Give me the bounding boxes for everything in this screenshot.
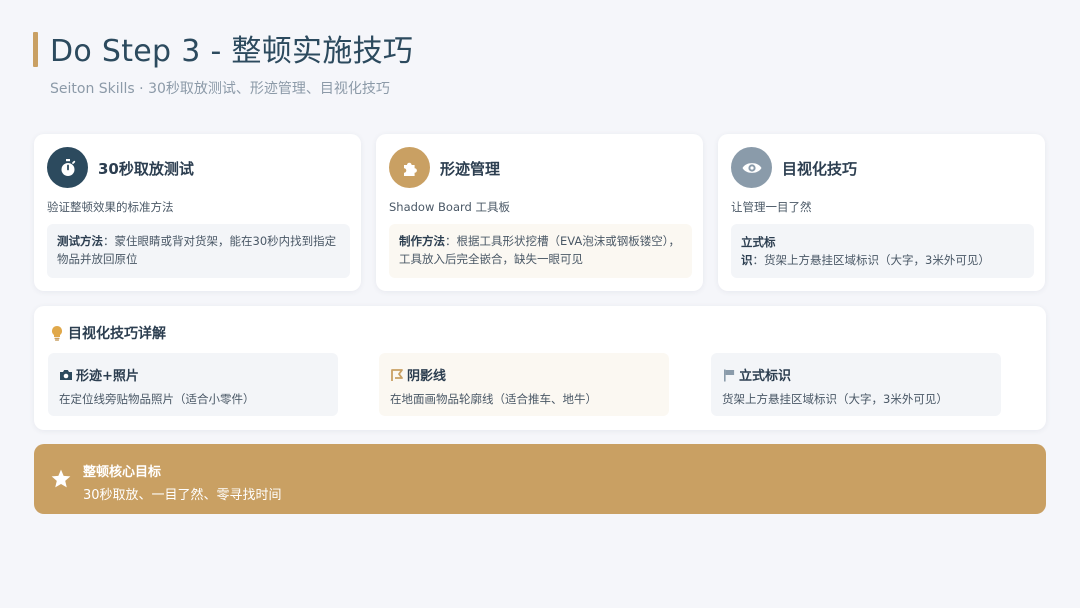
title-accent-bar bbox=[33, 32, 38, 67]
technique-title: 立式标识 bbox=[722, 365, 791, 384]
technique-title-text: 立式标识 bbox=[739, 369, 792, 384]
technique-title: 阴影线 bbox=[390, 365, 446, 384]
technique-title-text: 阴影线 bbox=[407, 369, 447, 384]
card-title: 形迹管理 bbox=[440, 160, 501, 178]
sign-icon bbox=[724, 369, 735, 381]
section-title-text: 目视化技巧详解 bbox=[68, 326, 166, 342]
card-desc: 让管理一目了然 bbox=[731, 200, 812, 214]
border-corner-icon bbox=[391, 368, 403, 381]
camera-icon bbox=[60, 369, 72, 380]
technique-item: 阴影线 在地面画物品轮廓线（适合推车、地牛） bbox=[379, 353, 669, 416]
eye-icon bbox=[731, 147, 772, 188]
technique-title: 形迹+照片 bbox=[59, 365, 139, 384]
detail-label: 制作方法 bbox=[399, 234, 445, 248]
card-detail-box: 制作方法：根据工具形状挖槽（EVA泡沫或钢板镂空），工具放入后完全嵌合，缺失一眼… bbox=[389, 224, 692, 278]
technique-item: 立式标识 货架上方悬挂区域标识（大字，3米外可见） bbox=[711, 353, 1001, 416]
technique-desc: 在地面画物品轮廓线（适合推车、地牛） bbox=[390, 392, 597, 406]
card-detail-box: 测试方法：蒙住眼睛或背对货架，能在30秒内找到指定物品并放回原位 bbox=[47, 224, 350, 278]
card-visual-management: 目视化技巧 让管理一目了然 立式标识：货架上方悬挂区域标识（大字，3米外可见） bbox=[718, 134, 1045, 291]
puzzle-icon bbox=[389, 147, 430, 188]
card-title: 目视化技巧 bbox=[782, 160, 858, 178]
detail-text: ：货架上方悬挂区域标识（大字，3米外可见） bbox=[752, 253, 990, 267]
card-30s-test: 30秒取放测试 验证整顿效果的标准方法 测试方法：蒙住眼睛或背对货架，能在30秒… bbox=[34, 134, 361, 291]
stopwatch-icon bbox=[47, 147, 88, 188]
card-detail-box: 立式标识：货架上方悬挂区域标识（大字，3米外可见） bbox=[731, 224, 1034, 278]
technique-desc: 货架上方悬挂区域标识（大字，3米外可见） bbox=[722, 392, 948, 406]
section-title: 目视化技巧详解 bbox=[50, 323, 166, 343]
star-icon bbox=[51, 469, 71, 488]
lightbulb-icon bbox=[52, 326, 62, 341]
goal-text: 30秒取放、一目了然、零寻找时间 bbox=[83, 488, 282, 503]
page-subtitle: Seiton Skills · 30秒取放测试、形迹管理、目视化技巧 bbox=[50, 81, 390, 97]
page-title: Do Step 3 - 整顿实施技巧 bbox=[50, 34, 414, 69]
card-title: 30秒取放测试 bbox=[98, 160, 194, 178]
visual-techniques-detail-card: 目视化技巧详解 形迹+照片 在定位线旁贴物品照片（适合小零件） 阴影线 在地面画… bbox=[34, 306, 1046, 430]
core-goal-banner: 整顿核心目标 30秒取放、一目了然、零寻找时间 bbox=[34, 444, 1046, 514]
technique-item: 形迹+照片 在定位线旁贴物品照片（适合小零件） bbox=[48, 353, 338, 416]
card-desc: 验证整顿效果的标准方法 bbox=[47, 200, 174, 214]
card-desc: Shadow Board 工具板 bbox=[389, 200, 510, 214]
technique-title-text: 形迹+照片 bbox=[76, 369, 139, 384]
card-shadow-board: 形迹管理 Shadow Board 工具板 制作方法：根据工具形状挖槽（EVA泡… bbox=[376, 134, 703, 291]
technique-desc: 在定位线旁贴物品照片（适合小零件） bbox=[59, 392, 255, 406]
detail-label: 测试方法 bbox=[57, 234, 103, 248]
goal-title: 整顿核心目标 bbox=[83, 465, 162, 480]
